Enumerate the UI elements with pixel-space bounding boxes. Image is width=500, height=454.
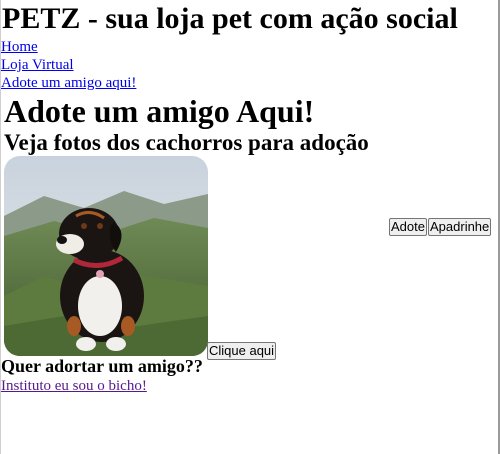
partner-link[interactable]: Instituto eu sou o bicho!: [1, 378, 147, 394]
nav-link-home[interactable]: Home: [1, 38, 500, 56]
site-title: PETZ - sua loja pet com ação social: [2, 2, 458, 35]
page-title: Adote um amigo Aqui!: [4, 93, 315, 129]
nav-link-adote[interactable]: Adote um amigo aqui!: [1, 74, 500, 92]
clique-aqui-button[interactable]: Clique aqui: [207, 342, 277, 360]
dog-photo: [4, 156, 208, 356]
main-nav: Home Loja Virtual Adote um amigo aqui!: [1, 38, 500, 92]
adote-button[interactable]: Adote: [389, 218, 427, 236]
page-subtitle: Veja fotos dos cachorros para adoção: [4, 130, 369, 155]
dog-gallery: Adote Apadrinhe Clique aqui: [1, 156, 500, 360]
nav-link-loja-virtual[interactable]: Loja Virtual: [1, 56, 500, 74]
apadrinhe-button[interactable]: Apadrinhe: [428, 218, 492, 236]
